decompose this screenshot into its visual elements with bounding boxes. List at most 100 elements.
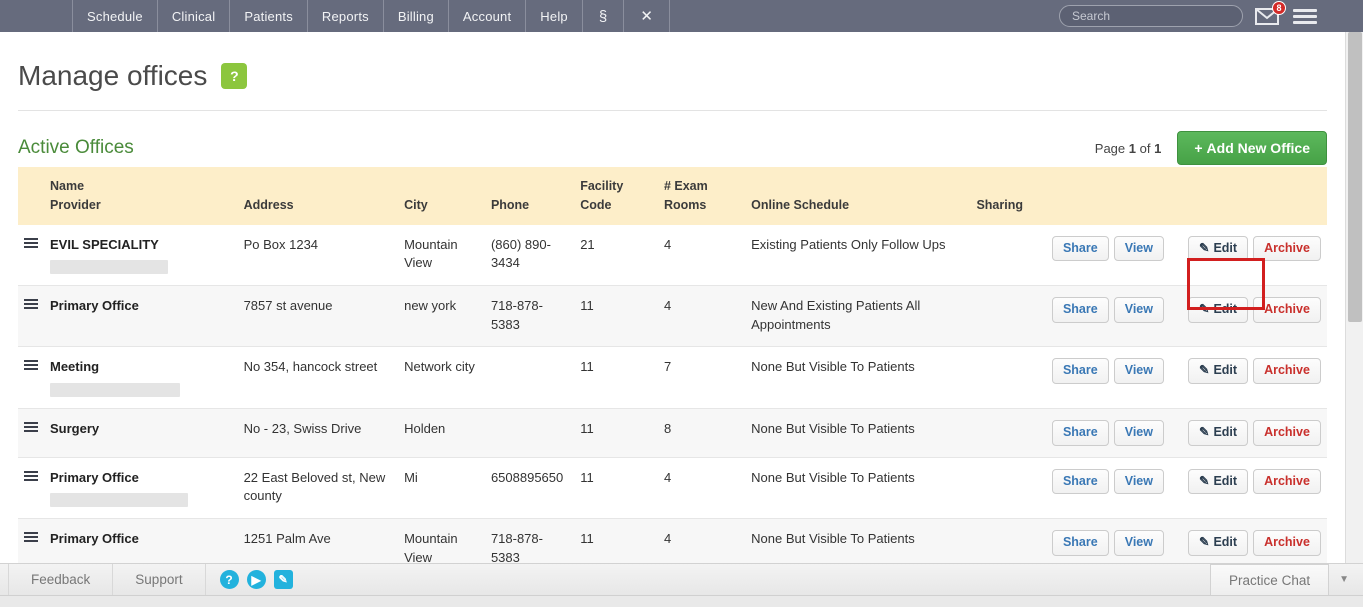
th-line2: City (404, 197, 428, 212)
office-name: Primary Office (50, 531, 139, 547)
nav-patients[interactable]: Patients (230, 0, 308, 32)
feedback-button[interactable]: Feedback (8, 563, 114, 596)
th-line1 (244, 177, 393, 196)
pencil-square-icon[interactable]: ✎ (273, 570, 293, 589)
list-grip-icon[interactable] (24, 360, 38, 371)
footer-bar: Feedback Support ? ▶ ✎ Practice Chat ▼ (0, 563, 1363, 596)
edit-button-label: Edit (1213, 535, 1238, 550)
chat-caret-icon[interactable]: ▼ (1329, 574, 1363, 585)
list-grip-icon[interactable] (24, 299, 38, 310)
th-col-city: City (398, 167, 485, 225)
share-button[interactable]: Share (1051, 530, 1109, 557)
table-row[interactable]: Meeting No 354, hancock street Network cit… (18, 346, 1327, 409)
office-name-cell: Primary Office (44, 457, 238, 520)
office-address: 22 East Beloved st, New county (237, 457, 399, 520)
share-button[interactable]: Share (1051, 297, 1109, 324)
support-button[interactable]: Support (113, 563, 206, 596)
table-row[interactable]: EVIL SPECIALITY Po Box 1234 Mountain View(… (18, 224, 1327, 287)
pagination-label: Page 1 of 1 (1095, 141, 1162, 156)
nav-billing[interactable]: Billing (384, 0, 449, 32)
edit-button[interactable]: ✎ Edit (1187, 530, 1249, 557)
office-sharing-cell (970, 224, 1046, 287)
list-grip-icon[interactable] (24, 532, 38, 543)
edit-button[interactable]: ✎ Edit (1187, 297, 1249, 324)
view-button[interactable]: View (1113, 235, 1164, 262)
add-new-office-button[interactable]: + Add New Office (1177, 131, 1327, 165)
th-col-exam-rooms: # Exam Rooms (657, 167, 746, 225)
office-actions-cell: Share View ✎ Edit Archive (1045, 346, 1327, 409)
list-grip-icon[interactable] (24, 421, 38, 432)
edit-button[interactable]: ✎ Edit (1187, 358, 1249, 384)
edit-button[interactable]: ✎ Edit (1187, 419, 1249, 446)
nav-help[interactable]: Help (526, 0, 583, 32)
view-button[interactable]: View (1113, 468, 1164, 495)
plus-icon: + (1194, 140, 1203, 156)
archive-button[interactable]: Archive (1253, 468, 1321, 495)
office-name: EVIL SPECIALITY (50, 236, 159, 252)
office-online-schedule: None But Visible To Patients (745, 408, 971, 458)
view-button[interactable]: View (1113, 419, 1164, 446)
nav-dollar-icon[interactable]: § (583, 0, 625, 32)
row-grip-cell (18, 346, 44, 409)
list-grip-icon[interactable] (24, 237, 38, 248)
table-body: EVIL SPECIALITY Po Box 1234 Mountain View(… (18, 224, 1327, 575)
office-city: new york (398, 285, 485, 348)
menu-hamburger-icon[interactable] (1293, 6, 1317, 27)
edit-button[interactable]: ✎ Edit (1187, 235, 1249, 262)
table-row[interactable]: Surgery No - 23, Swiss Drive Holden 11 8 None… (18, 408, 1327, 458)
office-exam-rooms: 4 (657, 457, 746, 520)
action-button-group: Share View ✎ Edit Archive (1051, 235, 1321, 262)
share-button[interactable]: Share (1051, 235, 1109, 262)
page-content: Manage offices ? Active Offices Page 1 o… (0, 32, 1345, 575)
nav-account[interactable]: Account (449, 0, 527, 32)
nav-schedule[interactable]: Schedule (73, 0, 158, 32)
messages-button[interactable]: 8 (1255, 1, 1286, 27)
share-button[interactable]: Share (1051, 358, 1109, 384)
th-line1 (24, 177, 38, 196)
search-input[interactable]: Search (1059, 5, 1243, 27)
archive-button[interactable]: Archive (1253, 297, 1321, 324)
archive-button[interactable]: Archive (1253, 358, 1321, 384)
edit-button-label: Edit (1213, 302, 1238, 317)
office-phone (484, 346, 575, 409)
list-grip-icon[interactable] (24, 470, 38, 481)
office-name-cell: Primary Office (44, 285, 238, 348)
offices-table: Name Provider Address City Phone Facility C… (18, 167, 1327, 575)
archive-button[interactable]: Archive (1253, 235, 1321, 262)
play-circle-icon[interactable]: ▶ (246, 570, 266, 589)
table-row[interactable]: Primary Office 22 East Beloved st, New co… (18, 457, 1327, 520)
view-button[interactable]: View (1113, 297, 1164, 324)
nav-clinical[interactable]: Clinical (158, 0, 231, 32)
footer-icon-group: ? ▶ ✎ (206, 570, 307, 589)
provider-redacted-bar (50, 382, 180, 397)
share-button[interactable]: Share (1051, 468, 1109, 495)
help-icon[interactable]: ? (221, 63, 248, 89)
office-name-cell: Surgery (44, 408, 238, 458)
th-line2: Sharing (976, 197, 1023, 212)
archive-button[interactable]: Archive (1253, 419, 1321, 446)
office-facility-code: 11 (574, 457, 658, 520)
office-exam-rooms: 4 (657, 224, 746, 287)
view-button[interactable]: View (1113, 530, 1164, 557)
offices-table-wrap: Name Provider Address City Phone Facility C… (0, 167, 1345, 575)
top-right-controls: Search 8 (1059, 0, 1363, 32)
office-facility-code: 11 (574, 346, 658, 409)
vertical-scrollbar[interactable] (1345, 32, 1363, 575)
practice-chat-tab[interactable]: Practice Chat (1210, 564, 1330, 595)
th-col-name: Name Provider (44, 167, 238, 225)
nav-x-icon[interactable]: ✕ (624, 0, 671, 32)
share-button[interactable]: Share (1051, 419, 1109, 446)
table-row[interactable]: Primary Office 7857 st avenue new york 718-… (18, 285, 1327, 348)
view-button[interactable]: View (1113, 358, 1164, 384)
office-phone: (860) 890-3434 (484, 224, 575, 287)
edit-button[interactable]: ✎ Edit (1187, 468, 1249, 495)
th-line2 (1052, 196, 1321, 215)
help-circle-icon[interactable]: ? (219, 570, 239, 589)
nav-reports[interactable]: Reports (308, 0, 384, 32)
office-phone: 718-878-5383 (484, 285, 575, 348)
row-grip-cell (18, 457, 44, 520)
archive-button[interactable]: Archive (1253, 530, 1321, 557)
section-title: Active Offices (18, 137, 134, 158)
scrollbar-thumb[interactable] (1348, 32, 1362, 322)
edit-button-label: Edit (1213, 424, 1238, 439)
